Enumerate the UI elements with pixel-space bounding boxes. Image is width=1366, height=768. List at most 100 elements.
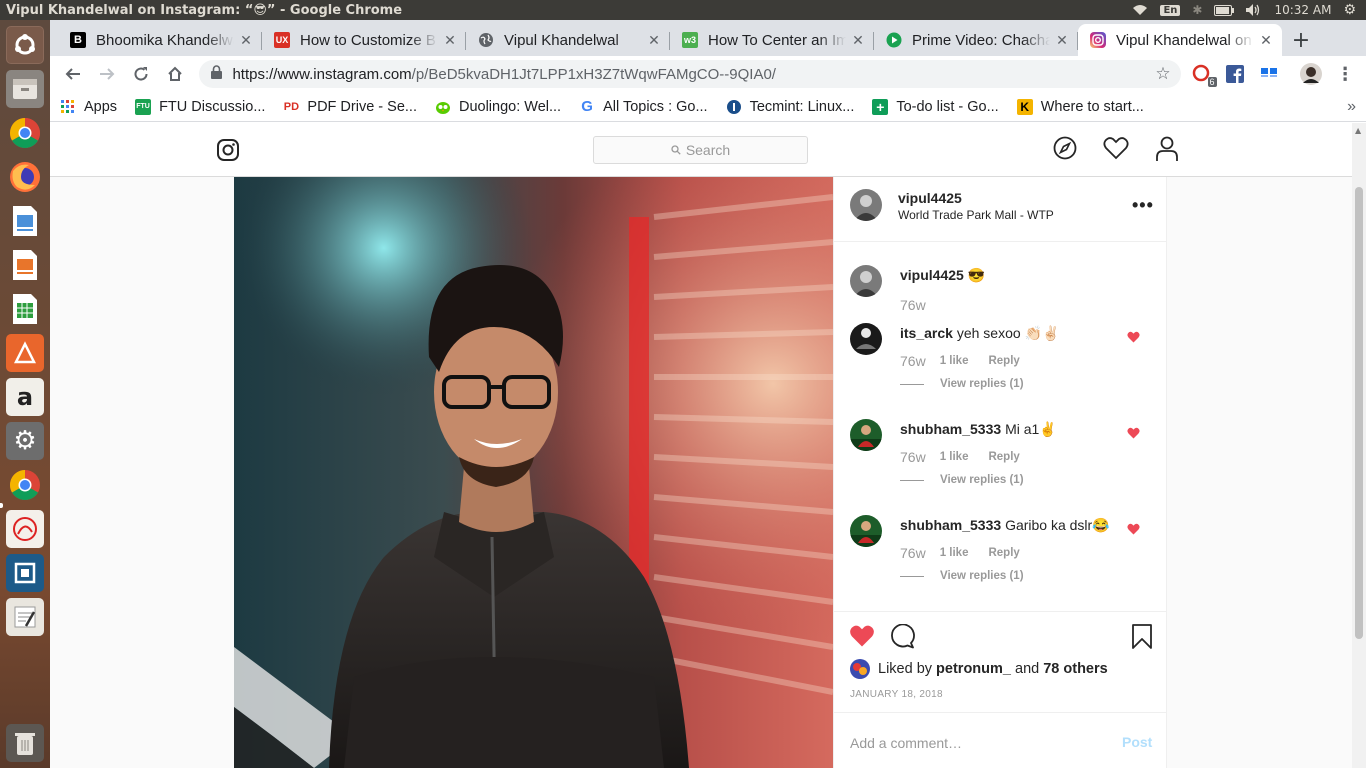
liked-heart-icon[interactable] <box>1127 330 1140 348</box>
software-center-icon[interactable] <box>6 334 44 372</box>
comment-likes[interactable]: 1 like <box>940 355 969 367</box>
reply-button[interactable]: Reply <box>988 547 1019 559</box>
libreoffice-impress-icon[interactable] <box>6 246 44 284</box>
scrollbar-thumb[interactable] <box>1355 187 1363 639</box>
files-icon[interactable] <box>6 70 44 108</box>
amazon-icon[interactable]: a <box>6 378 44 416</box>
comment-bubble-icon[interactable] <box>889 623 915 654</box>
new-tab-button[interactable]: + <box>1286 24 1316 56</box>
reload-button[interactable] <box>126 59 156 89</box>
activity-heart-icon[interactable] <box>1103 136 1129 166</box>
page-scrollbar[interactable]: ▲ <box>1352 123 1366 768</box>
bookmark-duolingo[interactable]: Duolingo: Wel... <box>435 99 561 115</box>
address-bar[interactable]: https://www.instagram.com/p/BeD5kvaDH1Jt… <box>199 60 1181 88</box>
extension-notifier-icon[interactable]: 6 <box>1189 61 1217 87</box>
text-editor-icon[interactable] <box>6 598 44 636</box>
caption-age[interactable]: 76w <box>900 297 926 313</box>
comment-likes[interactable]: 1 like <box>940 451 969 463</box>
clock[interactable]: 10:32 AM <box>1274 3 1331 17</box>
avatar[interactable] <box>850 659 870 679</box>
comment-username[interactable]: shubham_5333 <box>900 517 1001 533</box>
view-replies-button[interactable]: View replies (1) <box>900 378 1024 390</box>
profile-person-icon[interactable] <box>1155 136 1179 166</box>
bookmark-all-topics[interactable]: G All Topics : Go... <box>579 98 707 115</box>
view-replies-button[interactable]: View replies (1) <box>900 474 1024 486</box>
keyboard-layout-indicator[interactable]: En <box>1160 4 1181 16</box>
bookmark-pdf-drive[interactable]: PD PDF Drive - Se... <box>283 99 417 115</box>
close-icon[interactable]: ✕ <box>646 32 662 49</box>
search-input[interactable]: Search <box>593 136 808 164</box>
view-replies-button[interactable]: View replies (1) <box>900 570 1024 582</box>
liked-by-user-link[interactable]: petronum_ <box>936 661 1011 677</box>
home-button[interactable] <box>160 59 190 89</box>
liked-heart-icon[interactable] <box>1127 522 1140 540</box>
caption-username[interactable]: vipul4425 <box>900 267 964 283</box>
bluetooth-icon[interactable]: ✱ <box>1192 3 1202 17</box>
volume-icon[interactable] <box>1246 4 1262 16</box>
battery-icon[interactable] <box>1214 4 1235 16</box>
liked-heart-icon[interactable] <box>1127 426 1140 444</box>
avatar[interactable] <box>850 419 882 451</box>
instagram-logo-icon[interactable] <box>216 138 240 166</box>
close-icon[interactable]: ✕ <box>1054 32 1070 49</box>
close-icon[interactable]: ✕ <box>1258 32 1274 49</box>
bookmark-tecmint[interactable]: Tecmint: Linux... <box>726 99 854 115</box>
tab-bhoomika[interactable]: B Bhoomika Khandelwal ✕ <box>58 24 262 56</box>
star-icon[interactable]: ☆ <box>1155 64 1170 84</box>
add-comment-input[interactable]: Add a comment… <box>850 735 962 751</box>
post-owner-username[interactable]: vipul4425 <box>898 190 962 206</box>
url-text[interactable]: https://www.instagram.com/p/BeD5kvaDH1Jt… <box>232 66 1155 83</box>
pdf-viewer-icon[interactable] <box>6 510 44 548</box>
post-comment-button[interactable]: Post <box>1122 734 1152 750</box>
facebook-icon[interactable] <box>1223 61 1249 87</box>
post-date[interactable]: JANUARY 18, 2018 <box>850 689 943 700</box>
post-location[interactable]: World Trade Park Mall - WTP <box>898 208 1054 222</box>
avatar[interactable] <box>850 323 882 355</box>
comment-age[interactable]: 76w <box>900 353 926 369</box>
reply-button[interactable]: Reply <box>988 355 1019 367</box>
explore-compass-icon[interactable] <box>1053 136 1077 166</box>
forward-button[interactable] <box>92 59 122 89</box>
scroll-up-arrow-icon[interactable]: ▲ <box>1355 126 1361 135</box>
bookmark-apps[interactable]: Apps <box>60 99 117 115</box>
bookmarks-overflow-chevron-icon[interactable]: » <box>1347 98 1356 116</box>
tab-prime-video[interactable]: Prime Video: Chacha ✕ <box>874 24 1078 56</box>
more-options-icon[interactable]: ••• <box>1132 195 1154 216</box>
close-icon[interactable]: ✕ <box>442 32 458 49</box>
ubuntu-dash-icon[interactable] <box>6 26 44 64</box>
reply-button[interactable]: Reply <box>988 451 1019 463</box>
bookmark-ftu[interactable]: FTU FTU Discussio... <box>135 98 265 115</box>
tab-instagram[interactable]: Vipul Khandelwal on ✕ <box>1078 24 1282 56</box>
libreoffice-writer-icon[interactable] <box>6 202 44 240</box>
comment-age[interactable]: 76w <box>900 449 926 465</box>
avatar[interactable] <box>850 265 882 297</box>
chrome-icon[interactable] <box>6 114 44 152</box>
comment-age[interactable]: 76w <box>900 545 926 561</box>
trello-icon[interactable] <box>1256 61 1282 87</box>
libreoffice-calc-icon[interactable] <box>6 290 44 328</box>
liked-by-others-link[interactable]: 78 others <box>1043 661 1107 677</box>
tab-center-image[interactable]: w3 How To Center an Im ✕ <box>670 24 874 56</box>
chrome-icon[interactable] <box>6 466 44 504</box>
comment-username[interactable]: shubham_5333 <box>900 421 1001 437</box>
back-button[interactable] <box>58 59 88 89</box>
avatar[interactable] <box>850 189 882 221</box>
chrome-menu-icon[interactable]: ⋮ <box>1332 61 1358 87</box>
close-icon[interactable]: ✕ <box>238 32 254 49</box>
close-icon[interactable]: ✕ <box>850 32 866 49</box>
profile-avatar-icon[interactable] <box>1298 61 1324 87</box>
like-heart-icon[interactable] <box>849 624 875 653</box>
virtualbox-icon[interactable] <box>6 554 44 592</box>
comment-username[interactable]: its_arck <box>900 325 953 341</box>
gear-icon[interactable]: ⚙ <box>1343 2 1356 18</box>
trash-icon[interactable] <box>6 724 44 762</box>
firefox-icon[interactable] <box>6 158 44 196</box>
avatar[interactable] <box>850 515 882 547</box>
wifi-icon[interactable] <box>1132 4 1148 16</box>
bookmark-todo[interactable]: + To-do list - Go... <box>872 98 999 115</box>
post-photo[interactable] <box>234 177 833 768</box>
system-settings-icon[interactable]: ⚙ <box>6 422 44 460</box>
tab-customize[interactable]: UX How to Customize B ✕ <box>262 24 466 56</box>
save-bookmark-icon[interactable] <box>1132 624 1152 654</box>
bookmark-where-to-start[interactable]: K Where to start... <box>1016 98 1144 115</box>
